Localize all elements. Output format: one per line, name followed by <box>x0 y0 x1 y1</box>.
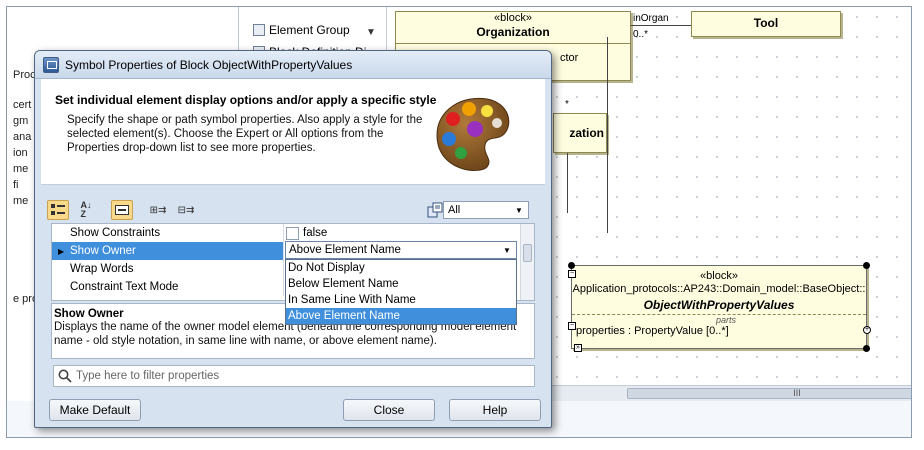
chevron-down-icon[interactable]: ▼ <box>512 203 526 217</box>
tree-item-label: Element Group <box>269 23 350 37</box>
selected-block-objectwithpropertyvalues[interactable]: «block» Application_protocols::AP243::Do… <box>568 262 871 352</box>
smart-manipulator-icon[interactable]: » <box>574 344 582 352</box>
apply-style-button[interactable] <box>425 200 445 220</box>
property-name: Constraint Text Mode <box>52 278 284 296</box>
tool-block[interactable]: Tool <box>691 11 841 37</box>
collapse-all-icon: ⊟⇉ <box>177 204 195 216</box>
expand-all-icon: ⊞⇉ <box>149 204 167 216</box>
resize-handle[interactable] <box>863 262 870 269</box>
option-in-same-line-with-name[interactable]: In Same Line With Name <box>286 292 516 308</box>
show-constraints-checkbox[interactable] <box>286 226 299 240</box>
option-above-element-name[interactable]: Above Element Name <box>286 308 516 324</box>
close-button[interactable]: Close <box>343 399 435 421</box>
organization-block-partial[interactable]: zation <box>553 113 607 153</box>
categorized-view-button[interactable] <box>47 200 69 220</box>
property-name-cell: ▶ Show Owner <box>52 242 284 260</box>
left-text-fragment: cert <box>13 99 32 111</box>
app-window-icon <box>43 56 59 73</box>
properties-toolbar: A↓ Z ⊞⇉ ⊟⇉ All ▼ <box>41 197 545 223</box>
part-name: properties <box>576 325 625 337</box>
compartment-label: parts <box>572 314 866 325</box>
dialog-titlebar[interactable]: Symbol Properties of Block ObjectWithPro… <box>35 51 551 79</box>
resize-handle[interactable] <box>863 345 870 352</box>
current-row-arrow-icon: ▶ <box>58 246 65 256</box>
part-property[interactable]: properties : PropertyValue [0..*] <box>572 325 866 337</box>
show-owner-options-list: Do Not Display Below Element Name In Sam… <box>285 259 517 325</box>
block-name: ObjectWithPropertyValues <box>643 298 795 312</box>
apply-style-icon <box>427 202 443 218</box>
show-owner-select[interactable]: Above Element Name ▼ <box>285 241 517 259</box>
tree-dropdown-arrow-icon[interactable]: ▼ <box>363 27 379 43</box>
block-stereotype: «block» <box>700 270 738 282</box>
scope-select-value: All <box>448 204 461 216</box>
element-group-icon <box>253 24 265 36</box>
search-icon <box>58 369 72 383</box>
block-name: Tool <box>753 16 779 30</box>
categorized-icon <box>51 204 65 215</box>
checkbox-label: false <box>303 227 328 239</box>
collapse-all-button[interactable]: ⊟⇉ <box>175 200 197 220</box>
multiplicity-label: * <box>565 99 569 110</box>
sort-alphabetical-icon: A↓ Z <box>80 200 92 219</box>
property-name: Show Owner <box>70 245 136 257</box>
resize-handle[interactable] <box>568 262 575 269</box>
left-text-fragment: me <box>13 195 29 207</box>
block-name: Organization <box>476 25 550 39</box>
filter-properties-box[interactable] <box>53 365 535 387</box>
block-qualified-path: Application_protocols::AP243::Domain_mod… <box>572 283 866 295</box>
connector-line <box>607 37 608 233</box>
scrollbar-thumb[interactable] <box>523 244 532 262</box>
left-text-fragment: Proc <box>13 69 36 81</box>
block-name: zation <box>569 126 604 140</box>
add-compartment-icon[interactable]: + <box>863 326 871 334</box>
left-text-fragment: me <box>13 163 29 175</box>
show-description-button[interactable] <box>111 200 133 220</box>
collapse-compartment-icon[interactable]: − <box>568 322 576 330</box>
dialog-title: Symbol Properties of Block ObjectWithPro… <box>65 57 353 72</box>
property-row[interactable]: Show Constraints false <box>52 224 522 242</box>
show-owner-value: Above Element Name <box>289 244 401 256</box>
property-name: Wrap Words <box>52 260 284 278</box>
help-button[interactable]: Help <box>449 399 541 421</box>
make-default-button[interactable]: Make Default <box>49 399 141 421</box>
multiplicity-label: 0..* <box>633 29 649 40</box>
part-type: : PropertyValue [0..*] <box>624 325 729 337</box>
header-description: Specify the shape or path symbol propert… <box>67 114 423 154</box>
filter-properties-input[interactable] <box>76 370 516 382</box>
properties-scope-select[interactable]: All ▼ <box>443 201 529 219</box>
left-text-fragment: gm <box>13 115 29 127</box>
property-name: Show Constraints <box>52 224 284 242</box>
description-icon <box>115 205 129 215</box>
grid-vertical-scrollbar[interactable] <box>520 224 534 300</box>
left-text-fragment: fi <box>13 179 19 191</box>
role-label: inOrgan <box>633 13 669 24</box>
dialog-header: Set individual element display options a… <box>41 79 545 185</box>
option-below-element-name[interactable]: Below Element Name <box>286 276 516 292</box>
left-text-fragment: ana <box>13 131 32 143</box>
left-text-fragment: ion <box>13 147 28 159</box>
alphabetical-view-button[interactable]: A↓ Z <box>75 200 97 220</box>
palette-icon <box>436 97 510 171</box>
expand-all-button[interactable]: ⊞⇉ <box>147 200 169 220</box>
connector-line <box>567 153 568 213</box>
collapse-compartment-icon[interactable]: − <box>568 270 576 278</box>
chevron-down-icon[interactable]: ▼ <box>500 243 514 257</box>
block-stereotype: «block» <box>494 12 532 24</box>
scrollbar-thumb[interactable]: III <box>627 388 911 399</box>
tree-item-element-group[interactable]: Element Group <box>253 21 350 39</box>
symbol-properties-dialog: Symbol Properties of Block ObjectWithPro… <box>34 50 552 428</box>
header-title: Set individual element display options a… <box>55 93 437 107</box>
option-do-not-display[interactable]: Do Not Display <box>286 260 516 276</box>
property-value[interactable]: false <box>284 224 522 242</box>
association-line <box>631 25 691 26</box>
